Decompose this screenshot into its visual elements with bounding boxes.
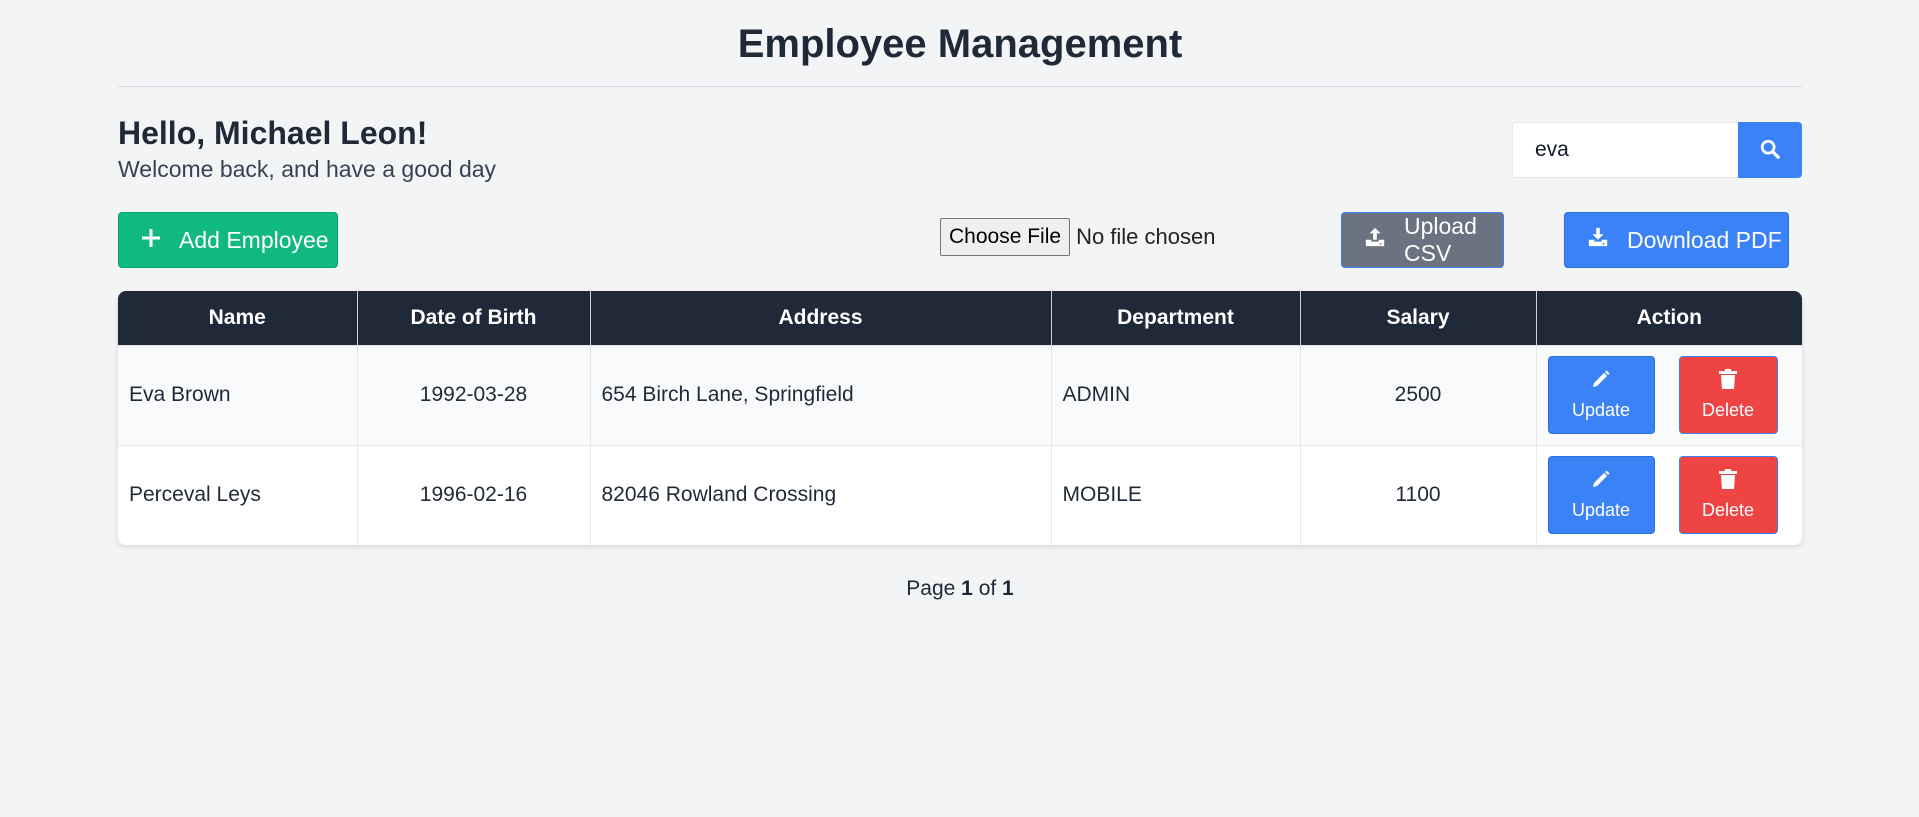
upload-csv-label: Upload CSV [1404, 213, 1477, 266]
cell-dob: 1992-03-28 [357, 344, 591, 445]
update-label: Update [1571, 500, 1631, 521]
download-pdf-button[interactable]: Download PDF [1564, 212, 1789, 268]
trash-icon [1719, 469, 1737, 500]
cell-salary: 1100 [1300, 444, 1537, 545]
download-pdf-label: Download PDF [1627, 226, 1782, 253]
search-bar [1512, 122, 1802, 178]
column-header-address: Address [590, 291, 1052, 345]
file-status: No file chosen [1076, 224, 1216, 249]
choose-file-button[interactable]: Choose File [940, 218, 1071, 256]
upload-icon [1364, 226, 1404, 254]
delete-button[interactable]: Delete [1678, 356, 1778, 434]
column-header-department: Department [1051, 291, 1301, 345]
main-container: Employee Management Hello, Michael Leon!… [118, 0, 1802, 600]
pencil-icon [1591, 469, 1611, 500]
greeting: Hello, Michael Leon! Welcome back, and h… [118, 114, 496, 184]
cell-address: 82046 Rowland Crossing [590, 444, 1052, 545]
employee-table: Name Date of Birth Address Department Sa… [118, 291, 1802, 545]
cell-department: ADMIN [1051, 344, 1301, 445]
greeting-subtitle: Welcome back, and have a good day [118, 156, 497, 182]
delete-button[interactable]: Delete [1678, 456, 1778, 535]
greeting-title: Hello, Michael Leon! [118, 115, 428, 151]
add-employee-button[interactable]: Add Employee [118, 212, 338, 268]
cell-name: Perceval Leys [118, 444, 358, 545]
search-icon [1759, 138, 1781, 163]
delete-label: Delete [1701, 400, 1755, 420]
pagination-current: 1 [961, 577, 973, 600]
trash-icon [1719, 369, 1737, 400]
plus-icon [141, 227, 179, 254]
cell-address: 654 Birch Lane, Springfield [590, 344, 1052, 445]
cell-salary: 2500 [1300, 344, 1537, 445]
page-title: Employee Management [118, 0, 1802, 87]
column-header-dob: Date of Birth [357, 291, 591, 345]
pagination: Page 1 of 1 [118, 577, 1802, 601]
pagination-separator: of [978, 577, 997, 600]
pagination-prefix: Page [906, 577, 956, 600]
cell-department: MOBILE [1051, 444, 1301, 545]
column-header-action: Action [1536, 291, 1802, 345]
download-icon [1587, 226, 1627, 254]
update-button[interactable]: Update [1547, 356, 1655, 434]
delete-label: Delete [1701, 500, 1755, 521]
search-button[interactable] [1738, 122, 1802, 178]
add-employee-label: Add Employee [179, 226, 329, 253]
pagination-total: 1 [1002, 577, 1014, 600]
cell-dob: 1996-02-16 [357, 444, 591, 545]
cell-actions: Update Delete [1536, 344, 1802, 445]
table-row: Eva Brown 1992-03-28 654 Birch Lane, Spr… [118, 344, 1802, 445]
update-button[interactable]: Update [1547, 456, 1655, 535]
table-row: Perceval Leys 1996-02-16 82046 Rowland C… [118, 444, 1802, 545]
pencil-icon [1591, 369, 1611, 400]
cell-name: Eva Brown [118, 344, 358, 445]
cell-actions: Update Delete [1536, 444, 1802, 545]
upload-csv-button[interactable]: Upload CSV [1341, 212, 1504, 268]
update-label: Update [1571, 400, 1631, 420]
file-picker: Choose File No file chosen [940, 218, 1215, 256]
column-header-name: Name [118, 291, 358, 345]
search-input[interactable] [1512, 122, 1738, 178]
column-header-salary: Salary [1300, 291, 1537, 345]
table-header-row: Name Date of Birth Address Department Sa… [118, 291, 1802, 345]
